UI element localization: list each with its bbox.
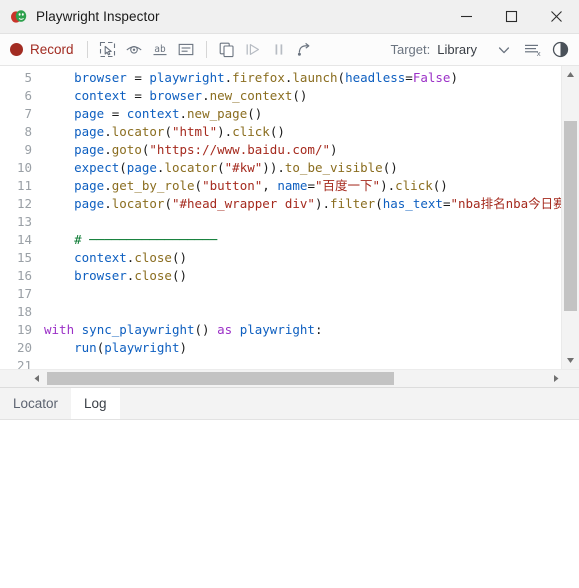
code-viewport[interactable]: 5 browser = playwright.firefox.launch(he…: [0, 66, 562, 369]
code-line: 10 expect(page.locator("#kw")).to_be_vis…: [0, 159, 562, 177]
code-line-text: # ─────────────────: [74, 232, 218, 247]
log-panel: CSDN @Jared Chen: [0, 420, 579, 588]
code-line-text: page.locator("html").click(): [74, 124, 285, 139]
line-number: 13: [16, 214, 32, 229]
code-line: 7 page = context.new_page(): [0, 105, 562, 123]
code-line-text: page = context.new_page(): [74, 106, 263, 121]
eye-inspect-icon[interactable]: [121, 38, 147, 62]
tab-locator[interactable]: Locator: [0, 388, 71, 419]
window-controls: [444, 0, 579, 33]
line-number: 21: [16, 358, 32, 369]
toolbar-divider-2: [205, 41, 207, 58]
scroll-up-icon[interactable]: [562, 66, 579, 83]
editor-vertical-scrollbar[interactable]: [561, 66, 579, 369]
window-title: Playwright Inspector: [36, 9, 160, 24]
code-line: 16 browser.close(): [0, 267, 562, 285]
code-line-text: page.get_by_role("button", name="百度一下").…: [74, 178, 448, 193]
inspector-toolbar: Record ab Target: Library x: [0, 34, 579, 66]
title-bar: Playwright Inspector: [0, 0, 579, 34]
record-button-label: Record: [30, 42, 74, 57]
code-line-text: run(playwright): [74, 340, 188, 355]
code-line: 20 run(playwright): [0, 339, 562, 357]
scroll-down-icon[interactable]: [562, 352, 579, 369]
line-number: 15: [16, 250, 32, 265]
code-line: 6 context = browser.new_context(): [0, 87, 562, 105]
playwright-masks-icon: [10, 8, 27, 25]
close-icon[interactable]: [534, 0, 579, 33]
tab-log[interactable]: Log: [71, 388, 120, 419]
assert-value-icon[interactable]: [173, 38, 199, 62]
code-line-text: context = browser.new_context(): [74, 88, 308, 103]
line-number: 20: [16, 340, 32, 355]
tab-label: Locator: [13, 396, 59, 411]
code-line: 5 browser = playwright.firefox.launch(he…: [0, 69, 562, 87]
code-editor[interactable]: 5 browser = playwright.firefox.launch(he…: [0, 66, 579, 369]
record-dot-icon: [10, 43, 23, 56]
line-number: 11: [16, 178, 32, 193]
scroll-right-icon[interactable]: [548, 370, 565, 387]
line-number: 17: [16, 286, 32, 301]
line-number: 18: [16, 304, 32, 319]
svg-text:x: x: [537, 50, 541, 58]
code-line: 8 page.locator("html").click(): [0, 123, 562, 141]
resume-icon[interactable]: [240, 38, 266, 62]
code-line: 13: [0, 213, 562, 231]
bottom-tabs[interactable]: Locator Log: [0, 388, 579, 420]
vertical-scrollbar-thumb[interactable]: [564, 121, 577, 311]
maximize-icon[interactable]: [489, 0, 534, 33]
title-bar-left: Playwright Inspector: [0, 8, 160, 25]
step-over-icon[interactable]: [292, 38, 318, 62]
scroll-left-icon[interactable]: [28, 370, 45, 387]
toolbar-divider-1: [86, 41, 88, 58]
record-button[interactable]: Record: [6, 40, 80, 59]
pick-locator-icon[interactable]: [95, 38, 121, 62]
code-line-text: browser.close(): [74, 268, 188, 283]
code-line: 15 context.close(): [0, 249, 562, 267]
toolbar-right-group: Target: Library x: [391, 34, 574, 65]
clear-log-icon[interactable]: x: [519, 38, 545, 62]
code-line: 17: [0, 285, 562, 303]
code-line: 21: [0, 357, 562, 369]
chevron-down-icon[interactable]: [491, 38, 517, 62]
horizontal-scrollbar-thumb[interactable]: [47, 372, 394, 385]
code-line-text: page.locator("#head_wrapper div").filter…: [74, 196, 562, 211]
line-number: 5: [24, 70, 32, 85]
editor-horizontal-scrollbar[interactable]: [0, 369, 579, 388]
code-line: 18: [0, 303, 562, 321]
line-number: 12: [16, 196, 32, 211]
code-line-text: context.close(): [74, 250, 188, 265]
minimize-icon[interactable]: [444, 0, 489, 33]
svg-text:ab: ab: [154, 44, 166, 55]
code-line: 12 page.locator("#head_wrapper div").fil…: [0, 195, 562, 213]
line-number: 10: [16, 160, 32, 175]
pause-icon[interactable]: [266, 38, 292, 62]
code-line-text: browser = playwright.firefox.launch(head…: [74, 70, 458, 85]
assert-text-icon[interactable]: ab: [147, 38, 173, 62]
line-number: 8: [24, 124, 32, 139]
code-line-text: expect(page.locator("#kw")).to_be_visibl…: [74, 160, 398, 175]
line-number: 16: [16, 268, 32, 283]
code-line: 19 with sync_playwright() as playwright:: [0, 321, 562, 339]
copy-icon[interactable]: [214, 38, 240, 62]
line-number: 7: [24, 106, 32, 121]
tab-label: Log: [84, 396, 107, 411]
playwright-inspector-window: Playwright Inspector Record ab Target: L…: [0, 0, 579, 588]
code-line: 14 # ─────────────────: [0, 231, 562, 249]
code-line: 9 page.goto("https://www.baidu.com/"): [0, 141, 562, 159]
target-label: Target:: [390, 42, 431, 57]
code-line-text: page.goto("https://www.baidu.com/"): [74, 142, 338, 157]
line-number: 6: [24, 88, 32, 103]
target-value[interactable]: Library: [437, 42, 477, 57]
contrast-toggle-icon[interactable]: [547, 38, 573, 62]
code-line-text: with sync_playwright() as playwright:: [44, 322, 323, 337]
code-line: 11 page.get_by_role("button", name="百度一下…: [0, 177, 562, 195]
line-number: 14: [16, 232, 32, 247]
line-number: 19: [16, 322, 32, 337]
line-number: 9: [24, 142, 32, 157]
code-lines: 5 browser = playwright.firefox.launch(he…: [0, 69, 562, 369]
